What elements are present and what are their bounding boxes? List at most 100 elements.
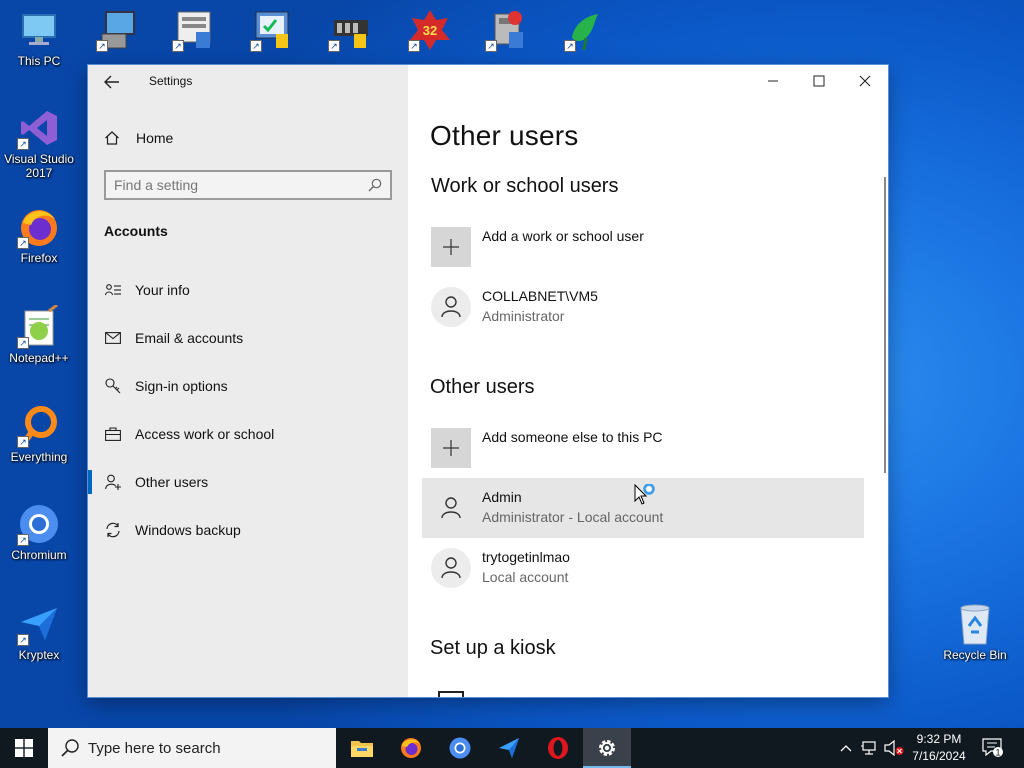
desktop-icon-label: Notepad++	[9, 351, 69, 365]
notification-icon: 1	[982, 738, 1003, 758]
action-center-button[interactable]: 1	[980, 728, 1006, 768]
close-button[interactable]	[842, 65, 888, 97]
add-work-school-user-label: Add a work or school user	[482, 228, 644, 244]
content-scrollbar[interactable]	[884, 177, 886, 473]
back-button[interactable]	[98, 71, 126, 93]
home-label: Home	[136, 130, 174, 146]
maximize-button[interactable]	[796, 65, 842, 97]
kryptex-icon: ↗	[17, 602, 61, 646]
shortcut-arrow-icon: ↗	[17, 436, 29, 448]
key-icon	[104, 377, 122, 395]
desktop-icon-visual-studio[interactable]: ↗ Visual Studio 2017	[3, 106, 75, 180]
shortcut-arrow-icon: ↗	[17, 337, 29, 349]
nav-label: Windows backup	[135, 522, 241, 538]
user-name: Admin	[482, 489, 522, 505]
user-row-trytogetinlmao[interactable]: trytogetinlmao Local account	[422, 538, 864, 598]
desktop-icon-this-pc[interactable]: This PC	[3, 8, 75, 68]
nav-item-windows-backup[interactable]: Windows backup	[88, 510, 408, 550]
nav-label: Other users	[135, 474, 209, 490]
shortcut-arrow-icon: ↗	[17, 534, 29, 546]
kiosk-heading: Set up a kiosk	[430, 637, 556, 659]
user-role: Administrator	[482, 308, 565, 324]
add-work-school-user-button[interactable]: Add a work or school user	[422, 217, 864, 277]
person-card-icon	[104, 281, 122, 299]
show-hidden-icons-button[interactable]	[836, 728, 856, 768]
info-viewer-32-icon: 32 ↗	[408, 8, 452, 52]
taskbar-search-box[interactable]: Type here to search	[48, 728, 336, 768]
chromium-icon: ↗	[17, 502, 61, 546]
start-button[interactable]	[0, 728, 48, 768]
firefox-icon	[401, 738, 421, 758]
selected-indicator	[88, 470, 92, 494]
user-role: Administrator - Local account	[482, 509, 664, 525]
plus-icon	[431, 227, 471, 267]
shortcut-arrow-icon: ↗	[17, 237, 29, 249]
add-person-icon	[104, 473, 122, 491]
shortcut-arrow-icon: ↗	[408, 40, 420, 52]
desktop-icon-odbc[interactable]: ↗	[158, 8, 230, 52]
desktop-icon-label: Recycle Bin	[943, 648, 1007, 662]
windows-memory-icon: ↗	[328, 8, 372, 52]
desktop-icon-everything[interactable]: ↗ Everything	[3, 404, 75, 464]
desktop-icon-label: Firefox	[20, 251, 58, 265]
desktop-icon-notepad-plus-plus[interactable]: ↗ Notepad++	[3, 305, 75, 365]
network-icon	[861, 741, 876, 755]
nav-item-access-work-or-school[interactable]: Access work or school	[88, 414, 408, 454]
settings-sidebar: Settings Home Find a setting Accounts Yo…	[88, 65, 408, 697]
desktop-icon-windows-memory[interactable]: ↗	[314, 8, 386, 52]
desktop-icon-recycle-bin[interactable]: Recycle Bin	[939, 602, 1011, 662]
desktop-icon-label: Everything	[10, 450, 68, 464]
plus-icon	[431, 428, 471, 468]
settings-window: Settings Home Find a setting Accounts Yo…	[88, 65, 888, 697]
shortcut-arrow-icon: ↗	[17, 634, 29, 646]
everything-search-icon: ↗	[17, 404, 61, 448]
settings-gear-icon	[599, 740, 615, 756]
firefox-icon: ↗	[17, 205, 61, 249]
desktop-icon-label: Visual Studio 2017	[4, 152, 74, 180]
shortcut-arrow-icon: ↗	[17, 138, 29, 150]
network-status-button[interactable]	[858, 728, 882, 768]
desktop-icon-info-viewer[interactable]: 32 ↗	[394, 8, 466, 52]
bird-app-icon: ↗	[564, 8, 608, 52]
taskbar-settings[interactable]	[583, 728, 631, 768]
desktop-icon-chromium[interactable]: ↗ Chromium	[3, 502, 75, 562]
desktop-icon-recovery[interactable]: ↗	[471, 8, 543, 52]
shortcut-arrow-icon: ↗	[96, 40, 108, 52]
taskbar-clock[interactable]: 9:32 PM 7/16/2024	[904, 731, 974, 765]
desktop-icon-kryptex[interactable]: ↗ Kryptex	[3, 602, 75, 662]
maximize-icon	[813, 75, 825, 87]
recycle-bin-icon	[953, 602, 997, 646]
kryptex-icon	[499, 738, 519, 758]
find-setting-search-box[interactable]: Find a setting	[104, 170, 392, 200]
search-icon	[61, 739, 79, 757]
add-someone-else-label: Add someone else to this PC	[482, 429, 663, 445]
taskbar-opera[interactable]	[534, 728, 582, 768]
file-explorer-icon	[351, 741, 373, 757]
desktop-icon-firefox[interactable]: ↗ Firefox	[3, 205, 75, 265]
search-icon	[368, 178, 382, 192]
taskbar-kryptex[interactable]	[485, 728, 533, 768]
volume-button[interactable]	[882, 728, 906, 768]
title-bar: Settings	[88, 65, 408, 97]
desktop-icon-system-config[interactable]: ↗	[236, 8, 308, 52]
nav-item-sign-in-options[interactable]: Sign-in options	[88, 366, 408, 406]
desktop-icon-computer-management[interactable]: ↗	[82, 8, 154, 52]
taskbar-chromium[interactable]	[436, 728, 484, 768]
close-icon	[859, 75, 871, 87]
minimize-button[interactable]	[750, 65, 796, 97]
taskbar-file-explorer[interactable]	[338, 728, 386, 768]
nav-item-email-accounts[interactable]: Email & accounts	[88, 318, 408, 358]
briefcase-icon	[104, 425, 122, 443]
nav-item-your-info[interactable]: Your info	[88, 270, 408, 310]
user-row-admin[interactable]: Admin Administrator - Local account	[422, 478, 864, 538]
add-someone-else-button[interactable]: Add someone else to this PC	[422, 418, 864, 478]
nav-item-other-users[interactable]: Other users	[88, 462, 408, 502]
search-placeholder: Find a setting	[114, 177, 199, 193]
home-link[interactable]: Home	[104, 127, 173, 149]
system-config-icon: ↗	[250, 8, 294, 52]
nav-label: Your info	[135, 282, 190, 298]
desktop-icon-bird-app[interactable]: ↗	[550, 8, 622, 52]
user-avatar-icon	[431, 548, 471, 588]
user-row-collabnet-vm5[interactable]: COLLABNET\VM5 Administrator	[422, 277, 864, 337]
taskbar-firefox[interactable]	[387, 728, 435, 768]
